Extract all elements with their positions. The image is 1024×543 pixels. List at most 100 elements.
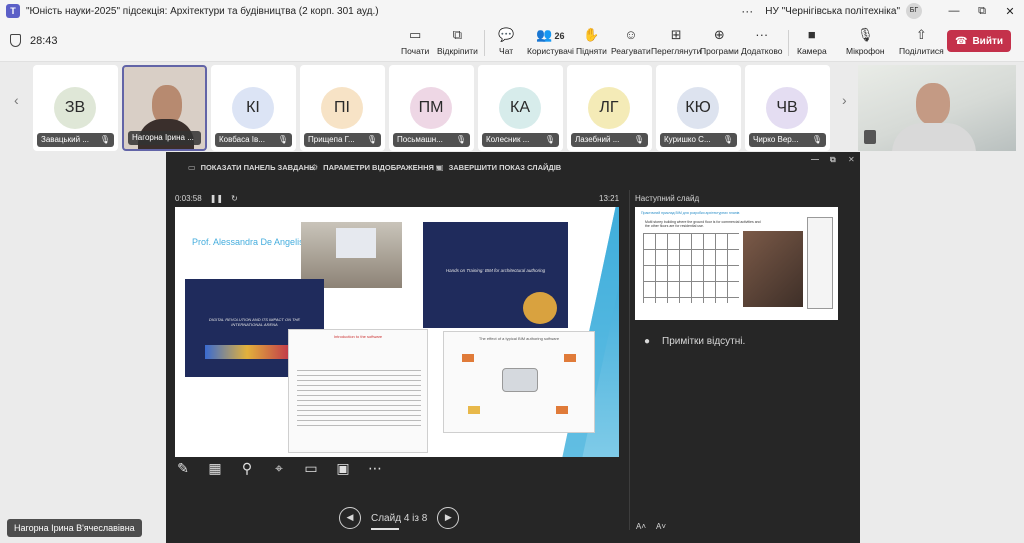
mic-off-icon: 🎙 — [277, 135, 288, 144]
more-options-icon[interactable]: ··· — [741, 4, 753, 18]
microphone-button[interactable]: 🎙 Мікрофон — [846, 26, 885, 56]
participant-tile[interactable]: КА Колесник ... 🎙 — [478, 65, 563, 151]
people-icon: 👥 26 — [536, 27, 565, 42]
all-slides-icon[interactable]: ▦ — [206, 460, 224, 477]
slide-navy-panel: Hands on Training: BIM for architectural… — [423, 222, 568, 328]
mic-off-icon: 🎙 — [99, 135, 110, 144]
start-button[interactable]: ▭ Почати — [401, 26, 429, 56]
react-button[interactable]: ☺ Реагувати — [611, 26, 651, 56]
more-options-icon[interactable]: ⋯ — [366, 460, 384, 477]
subtitles-icon[interactable]: ▭ — [302, 460, 320, 477]
participant-tile[interactable]: ЗВ Завацький ... 🎙 — [33, 65, 118, 151]
share-button[interactable]: ⇧ Поділитися — [899, 26, 944, 56]
close-icon[interactable]: ✕ — [848, 155, 855, 164]
zoom-icon[interactable]: ⚲ — [238, 460, 256, 477]
share-icon: ⇧ — [915, 27, 927, 42]
participant-name: Куришко С... — [664, 135, 711, 144]
chevron-left-icon[interactable]: ‹ — [14, 92, 19, 108]
participant-name: Колесник ... — [486, 135, 530, 144]
mic-off-icon: 🎙 — [722, 135, 733, 144]
more-button[interactable]: ··· Додатково — [741, 26, 782, 56]
show-taskbar-button[interactable]: ▭ ПОКАЗАТИ ПАНЕЛЬ ЗАВДАНЬ — [188, 163, 315, 172]
pane-divider[interactable] — [629, 190, 630, 530]
decrease-font-icon[interactable]: A˅ — [656, 522, 666, 531]
people-button[interactable]: 👥 26 Користувачі — [527, 26, 574, 56]
participant-name: Лазебний ... — [575, 135, 620, 144]
shield-icon — [10, 34, 21, 47]
current-slide[interactable]: Prof. Alessandra De Angelis DIGITAL REVO… — [175, 207, 619, 457]
chat-icon: 💬 — [498, 27, 515, 42]
window-title-bar: T "Юність науки-2025" підсекція: Архітек… — [0, 0, 1024, 22]
pen-icon[interactable]: ✎ — [174, 460, 192, 477]
speaker-notes: ● Примітки відсутні. — [644, 336, 746, 347]
previous-slide-icon[interactable]: ◀ — [339, 507, 361, 529]
restore-button[interactable]: ⧉ — [968, 5, 996, 18]
close-button[interactable]: ✕ — [996, 5, 1024, 18]
participant-name: Чирко Вер... — [753, 135, 799, 144]
chevron-right-icon[interactable]: › — [842, 92, 847, 108]
avatar: ЧВ — [766, 87, 808, 129]
avatar: ПМ — [410, 87, 452, 129]
restore-icon[interactable]: ⧉ — [830, 155, 836, 165]
pause-icon[interactable]: ❚❚ — [210, 194, 223, 203]
hand-icon: ✋ — [583, 27, 600, 42]
window-title: "Юність науки-2025" підсекція: Архітекту… — [26, 5, 379, 17]
mic-off-icon: 🎙 — [544, 135, 555, 144]
add-apps-icon: ⊕ — [713, 27, 725, 42]
screen-icon: ▭ — [408, 27, 422, 42]
slide-navigation: ◀ Слайд 4 із 8 ▶ — [339, 507, 460, 530]
increase-font-icon[interactable]: A˄ — [636, 522, 646, 531]
participant-tile[interactable]: КЮ Куришко С... 🎙 — [656, 65, 741, 151]
mic-off-icon: 🎙 — [633, 135, 644, 144]
slide-document: Introduction to the software — [288, 329, 428, 453]
avatar: ЛГ — [588, 87, 630, 129]
apps-button[interactable]: ⊕ Програми — [700, 26, 739, 56]
restart-icon[interactable]: ↻ — [231, 194, 238, 203]
pop-out-icon: ⧉ — [452, 27, 463, 42]
presenter-view: ▭ ПОКАЗАТИ ПАНЕЛЬ ЗАВДАНЬ ⚙ ПАРАМЕТРИ ВІДО… — [166, 152, 860, 543]
leave-button[interactable]: ☎ Вийти — [947, 30, 1011, 52]
slide-title: Prof. Alessandra De Angelis — [192, 237, 304, 247]
participant-tile[interactable]: ПІ Прищепа Г... 🎙 — [300, 65, 385, 151]
pop-out-button[interactable]: ⧉ Відкріпити — [437, 26, 478, 56]
next-slide-preview[interactable]: Практичний приклад BIM для розробки архі… — [635, 207, 838, 320]
meeting-duration: 28:43 — [30, 34, 58, 47]
participant-tile[interactable]: ЛГ Лазебний ... 🎙 — [567, 65, 652, 151]
next-slide-icon[interactable]: ▶ — [437, 507, 460, 529]
slideshow-timer: 0:03:58 ❚❚ ↻ — [175, 194, 238, 203]
slide-diagram: The effect of a typical BIM authoring so… — [443, 331, 595, 433]
participant-tile[interactable]: ПМ Посьмашн... 🎙 — [389, 65, 474, 151]
self-video[interactable] — [858, 65, 1016, 151]
mic-off-icon: 🎙 — [366, 135, 377, 144]
participant-count: 26 — [554, 31, 565, 41]
participant-tile[interactable]: ЧВ Чирко Вер... 🎙 — [745, 65, 830, 151]
participant-tile[interactable]: КІ Ковбаса Ів... 🎙 — [211, 65, 296, 151]
participant-name: Нагорна Ірина ... — [132, 133, 194, 142]
minimize-button[interactable]: — — [940, 5, 968, 17]
participant-name: Посьмашн... — [397, 135, 443, 144]
camera-button[interactable]: ■ Камера — [797, 26, 827, 56]
organization-name[interactable]: НУ "Чернігівська політехніка" — [765, 6, 900, 17]
minimize-icon[interactable]: — — [811, 155, 819, 164]
meeting-toolbar: 28:43 ▭ Почати ⧉ Відкріпити 💬 Чат 👥 26 Ко… — [0, 22, 1024, 62]
pointer-icon[interactable]: ⌖ — [270, 460, 288, 477]
presenter-topbar: ▭ ПОКАЗАТИ ПАНЕЛЬ ЗАВДАНЬ ⚙ ПАРАМЕТРИ ВІДО… — [166, 152, 860, 180]
participant-tile-active[interactable]: Нагорна Ірина ... — [122, 65, 207, 151]
toolbar-divider — [788, 30, 789, 56]
slide-counter[interactable]: Слайд 4 із 8 — [371, 513, 427, 530]
meeting-timer: 28:43 — [10, 34, 58, 47]
display-settings-button[interactable]: ⚙ ПАРАМЕТРИ ВІДОБРАЖЕННЯ ▾ — [311, 163, 440, 172]
mic-off-icon: 🎙 — [811, 135, 822, 144]
presenter-tools: ✎ ▦ ⚲ ⌖ ▭ ▣ ⋯ — [174, 460, 384, 477]
raise-hand-button[interactable]: ✋ Підняти — [576, 26, 607, 56]
view-button[interactable]: ⊞ Переглянути — [651, 26, 701, 56]
end-slideshow-button[interactable]: ▣ ЗАВЕРШИТИ ПОКАЗ СЛАЙДІВ — [436, 163, 561, 172]
camera-toggle-icon[interactable]: ▣ — [334, 460, 352, 477]
end-show-icon: ▣ — [436, 163, 444, 172]
presenter-name-label: Нагорна Ірина В'ячеславівна — [7, 519, 142, 537]
chat-button[interactable]: 💬 Чат — [498, 26, 514, 56]
avatar: ЗВ — [54, 87, 96, 129]
user-avatar[interactable]: БГ — [906, 3, 922, 19]
participant-name: Завацький ... — [41, 135, 89, 144]
elapsed-time: 0:03:58 — [175, 194, 202, 203]
